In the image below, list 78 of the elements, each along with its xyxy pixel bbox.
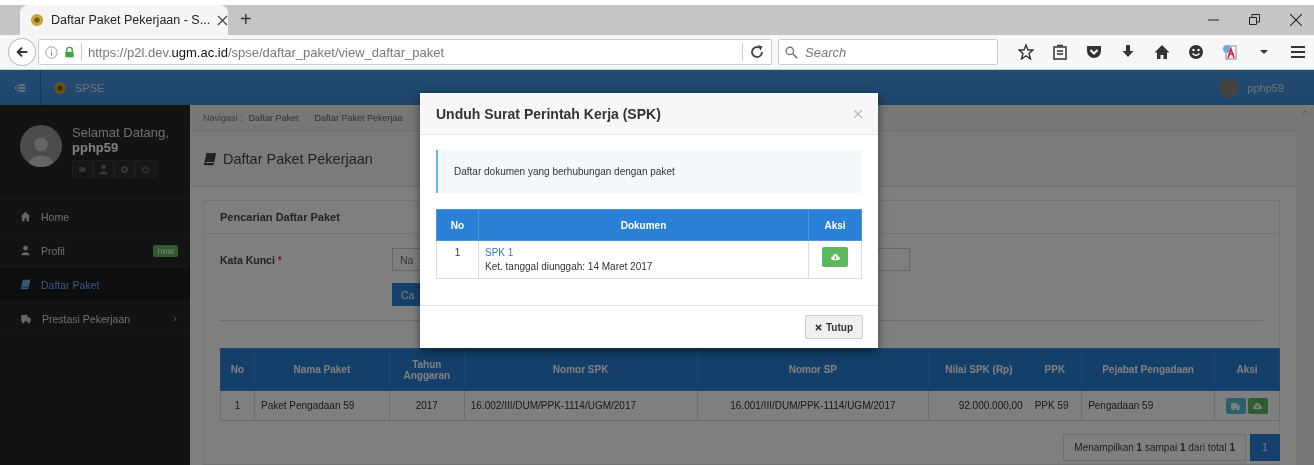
column-header: Tahun Anggaran [389, 348, 465, 391]
x-icon [814, 323, 822, 331]
column-header: Pejabat Pengadaan [1081, 348, 1215, 391]
upload-date-text: Ket. tanggal diunggah: 14 Maret 2017 [485, 261, 654, 272]
truck-icon [1230, 400, 1242, 411]
panel-title: Pencarian Daftar Paket [220, 211, 340, 223]
table-cell: 1 [220, 390, 255, 421]
info-callout: Daftar dokumen yang berhubungan dengan paket [436, 150, 862, 193]
new-badge: new [153, 244, 178, 257]
search-icon [785, 46, 798, 59]
clipboard-icon[interactable] [1052, 44, 1068, 60]
column-header: PPK [1028, 348, 1082, 391]
cloud-download-icon [829, 252, 841, 262]
pagination-summary: Menampilkan 1 sampai 1 dari total 1 [1063, 434, 1246, 461]
column-header: Aksi [808, 209, 862, 241]
cloud-download-icon [1252, 400, 1264, 411]
lock-icon [63, 45, 75, 59]
restore-icon[interactable] [1249, 14, 1260, 25]
mail-icon [78, 165, 87, 173]
pdf-icon[interactable] [1222, 44, 1238, 60]
book-icon [20, 279, 31, 290]
home-icon[interactable] [1154, 44, 1170, 60]
user-name: pphp59 [72, 140, 120, 155]
column-header: Aksi [1214, 348, 1280, 391]
address-field[interactable]: https://p2l.dev.ugm.ac.id/spse/daftar_paket/view_daftar_paket [37, 39, 772, 65]
home-icon [20, 211, 31, 222]
pocket-icon[interactable] [1086, 44, 1102, 60]
smiley-icon[interactable] [1188, 44, 1204, 60]
column-header: No [220, 348, 255, 391]
table-cell: Paket Pengadaan 59 [254, 390, 390, 421]
breadcrumb-label: Navigasi : [203, 113, 243, 123]
close-icon[interactable] [217, 14, 229, 26]
user-icon [98, 163, 109, 175]
brand-name[interactable]: SPSE [75, 81, 105, 94]
column-header: Nilai SPK (Rp) [928, 348, 1029, 391]
avatar [20, 125, 62, 167]
close-icon[interactable] [1290, 14, 1302, 26]
power-icon [141, 164, 150, 174]
table-cell: 2017 [389, 390, 465, 421]
table-cell: 16.001/III/DUM/PPK-1114/UGM/2017 [697, 390, 929, 421]
book-icon [203, 152, 217, 166]
user-icon [20, 245, 31, 256]
breadcrumb-item[interactable]: Daftar Paket Pekerjaa [314, 113, 403, 123]
modal-title: Unduh Surat Perintah Kerja (SPK) [436, 105, 662, 122]
new-tab-button[interactable]: + [228, 5, 264, 35]
settings-icon [120, 164, 129, 174]
table-cell: PPK 59 [1028, 390, 1082, 421]
column-header: Nomor SPK [464, 348, 697, 391]
scrollbar[interactable] [1296, 105, 1314, 465]
sidebar-toggle-icon[interactable] [13, 81, 27, 94]
document-link[interactable]: SPK 1 [485, 247, 802, 258]
browser-tab[interactable]: Daftar Paket Pekerjaan - S... [20, 5, 228, 35]
truck-icon [20, 313, 32, 324]
field-label: Kata Kunci * [220, 253, 283, 266]
reload-icon[interactable] [749, 44, 765, 60]
info-icon [44, 45, 58, 59]
breadcrumb-item[interactable]: Daftar Paket [248, 113, 299, 123]
search-field[interactable]: Search [778, 39, 998, 65]
column-header: Dokumen [478, 209, 809, 241]
column-header: No [436, 209, 479, 241]
column-header: Nama Paket [254, 348, 390, 391]
avatar [1219, 77, 1240, 98]
emblem-icon [53, 80, 67, 95]
close-button[interactable]: Tutup [804, 315, 863, 339]
table-cell: Pengadaan 59 [1081, 390, 1215, 421]
menu-icon[interactable] [1290, 44, 1306, 60]
left-arrow-icon [15, 45, 29, 59]
page-button[interactable]: 1 [1250, 434, 1280, 461]
star-icon[interactable] [1018, 44, 1034, 60]
back-button[interactable] [8, 38, 36, 66]
table-cell: 16.002/III/DUM/PPK-1114/UGM/2017 [464, 390, 697, 421]
user-name[interactable]: pphp59 [1247, 81, 1284, 94]
table-cell: 1 [436, 240, 479, 279]
page-title: Daftar Paket Pekerjaan [223, 151, 373, 167]
column-header: Nomor SP [697, 348, 929, 391]
greeting-text: Selamat Datang, [72, 125, 169, 140]
emblem-icon [30, 13, 44, 27]
sidebar-item[interactable]: Daftar Paket [0, 268, 190, 302]
